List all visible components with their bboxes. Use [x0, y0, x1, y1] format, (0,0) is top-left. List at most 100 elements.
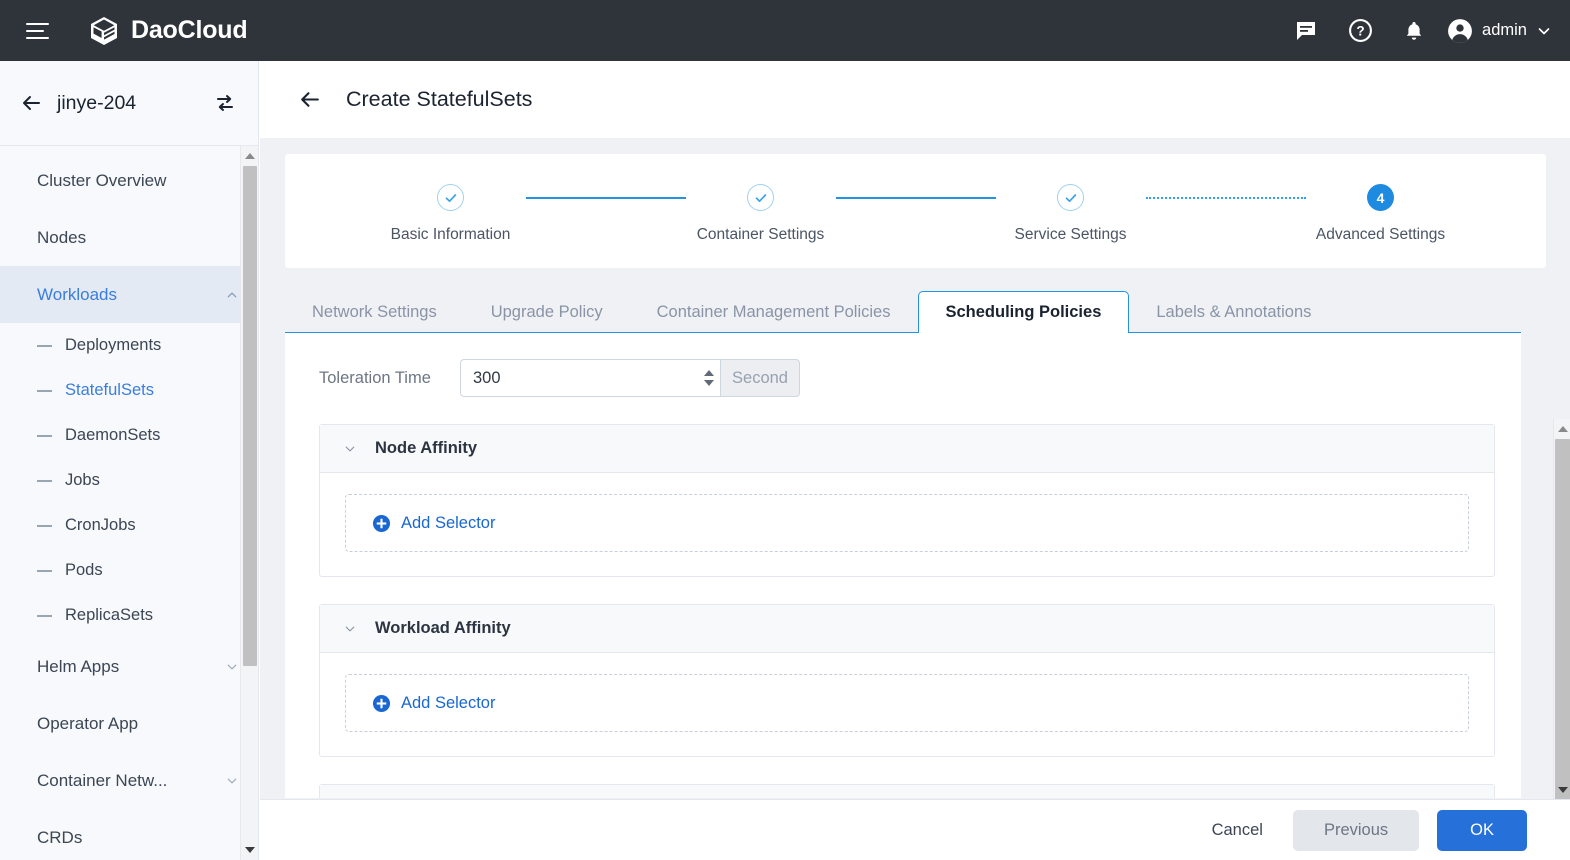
add-selector-link[interactable]: Add Selector: [372, 694, 495, 713]
swap-icon[interactable]: [212, 90, 238, 116]
sidebar-item-daemonsets[interactable]: DaemonSets: [0, 413, 258, 458]
sidebar-back-arrow-icon[interactable]: [16, 88, 46, 118]
tab-label: Network Settings: [312, 303, 437, 322]
scroll-down-arrow-icon[interactable]: [241, 841, 259, 859]
step-status-circle: [747, 184, 774, 211]
sidebar-item-cluster-overview[interactable]: Cluster Overview: [0, 152, 258, 209]
add-selector-workload-affinity[interactable]: Add Selector: [345, 674, 1469, 732]
step-service-settings[interactable]: Service Settings: [996, 184, 1146, 244]
user-menu[interactable]: admin: [1441, 18, 1552, 44]
toleration-time-stepper[interactable]: [698, 359, 720, 397]
previous-button[interactable]: Previous: [1293, 810, 1419, 851]
brand-name: DaoCloud: [131, 16, 247, 45]
dash-icon: [37, 525, 52, 527]
sidebar-item-label: ReplicaSets: [65, 606, 153, 625]
daocloud-cube-icon: [88, 15, 120, 47]
avatar: [1447, 18, 1473, 44]
sidebar: jinye-204 Cluster Overview Nodes Workloa…: [0, 61, 259, 860]
ok-button[interactable]: OK: [1437, 810, 1527, 851]
check-icon: [753, 190, 769, 206]
caret-up-icon[interactable]: [704, 370, 714, 376]
page-title: Create StatefulSets: [346, 87, 532, 112]
tab-container-management-policies[interactable]: Container Management Policies: [630, 291, 918, 333]
sidebar-scroll-area: Cluster Overview Nodes Workloads Deploym…: [0, 146, 258, 860]
sidebar-item-pods[interactable]: Pods: [0, 548, 258, 593]
scroll-up-arrow-icon[interactable]: [241, 147, 259, 165]
scrollbar-thumb[interactable]: [1555, 439, 1570, 799]
section-node-affinity-body: Add Selector: [320, 473, 1494, 576]
content-scrollbar[interactable]: [1553, 419, 1570, 799]
page-back-arrow-icon[interactable]: [294, 85, 324, 115]
add-selector-label: Add Selector: [401, 514, 495, 533]
sidebar-item-cronjobs[interactable]: CronJobs: [0, 503, 258, 548]
step-basic-information[interactable]: Basic Information: [376, 184, 526, 244]
sidebar-item-statefulsets[interactable]: StatefulSets: [0, 368, 258, 413]
help-icon[interactable]: ?: [1333, 4, 1387, 58]
scroll-down-arrow-icon[interactable]: [1554, 781, 1570, 798]
check-icon: [443, 190, 459, 206]
section-workload-affinity: Workload Affinity Add S: [319, 604, 1495, 757]
sidebar-item-helm-apps[interactable]: Helm Apps: [0, 638, 258, 695]
cluster-name: jinye-204: [57, 92, 212, 115]
tab-scheduling-policies[interactable]: Scheduling Policies: [918, 291, 1130, 333]
sidebar-item-label: Operator App: [37, 714, 238, 734]
step-advanced-settings[interactable]: 4 Advanced Settings: [1306, 184, 1456, 244]
sidebar-item-label: Helm Apps: [37, 657, 226, 677]
top-navigation-bar: DaoCloud ?: [0, 0, 1570, 61]
step-container-settings[interactable]: Container Settings: [686, 184, 836, 244]
panel-content: Toleration Time Second: [285, 333, 1521, 798]
content-scrollbar-wrap: [1553, 419, 1570, 799]
tab-label: Scheduling Policies: [946, 303, 1102, 322]
sidebar-scrollbar[interactable]: [240, 146, 258, 860]
tab-upgrade-policy[interactable]: Upgrade Policy: [464, 291, 630, 333]
check-icon: [1063, 190, 1079, 206]
content-area: Basic Information Container Settings: [260, 138, 1570, 799]
tab-label: Container Management Policies: [657, 303, 891, 322]
sidebar-item-jobs[interactable]: Jobs: [0, 458, 258, 503]
sidebar-item-label: Deployments: [65, 336, 161, 355]
plus-circle-icon: [372, 694, 391, 713]
section-node-affinity: Node Affinity Add Selec: [319, 424, 1495, 577]
dash-icon: [37, 615, 52, 617]
toleration-time-input[interactable]: [460, 359, 698, 397]
add-selector-node-affinity[interactable]: Add Selector: [345, 494, 1469, 552]
step-number: 4: [1377, 190, 1385, 206]
sidebar-item-crds[interactable]: CRDs: [0, 809, 258, 860]
section-workload-anti-affinity-header[interactable]: Workload Anti-Affinity: [320, 785, 1494, 798]
hamburger-icon[interactable]: [20, 14, 54, 48]
toleration-time-row: Toleration Time Second: [319, 359, 1495, 397]
chevron-down-icon: [344, 623, 356, 635]
dash-icon: [37, 570, 52, 572]
wizard-footer: Cancel Previous OK: [260, 799, 1570, 860]
step-connector: [836, 184, 996, 211]
user-name: admin: [1482, 21, 1527, 40]
section-node-affinity-header[interactable]: Node Affinity: [320, 425, 1494, 473]
sidebar-item-container-network[interactable]: Container Netw...: [0, 752, 258, 809]
chevron-down-icon: [344, 443, 356, 455]
sidebar-item-label: Workloads: [37, 285, 226, 305]
section-title: Node Affinity: [375, 439, 477, 458]
section-workload-affinity-header[interactable]: Workload Affinity: [320, 605, 1494, 653]
cancel-button[interactable]: Cancel: [1200, 812, 1275, 849]
chat-icon[interactable]: [1279, 4, 1333, 58]
add-selector-link[interactable]: Add Selector: [372, 514, 495, 533]
app-root: DaoCloud ?: [0, 0, 1570, 860]
chevron-up-icon: [226, 289, 238, 301]
caret-down-icon[interactable]: [704, 380, 714, 386]
scheduling-policies-panel: Toleration Time Second: [285, 333, 1521, 798]
main-area: Create StatefulSets Basic Information: [260, 61, 1570, 860]
step-label: Container Settings: [697, 226, 825, 244]
sidebar-item-nodes[interactable]: Nodes: [0, 209, 258, 266]
sidebar-item-deployments[interactable]: Deployments: [0, 323, 258, 368]
scrollbar-thumb[interactable]: [243, 166, 257, 666]
sidebar-item-workloads[interactable]: Workloads: [0, 266, 258, 323]
bell-icon[interactable]: [1387, 4, 1441, 58]
sidebar-menu: Cluster Overview Nodes Workloads Deploym…: [0, 146, 258, 860]
tab-bar: Network Settings Upgrade Policy Containe…: [285, 291, 1546, 333]
sidebar-item-operator-app[interactable]: Operator App: [0, 695, 258, 752]
toleration-time-unit: Second: [720, 359, 800, 397]
scroll-up-arrow-icon[interactable]: [1554, 420, 1570, 437]
sidebar-item-replicasets[interactable]: ReplicaSets: [0, 593, 258, 638]
tab-labels-annotations[interactable]: Labels & Annotations: [1129, 291, 1338, 333]
tab-network-settings[interactable]: Network Settings: [285, 291, 464, 333]
